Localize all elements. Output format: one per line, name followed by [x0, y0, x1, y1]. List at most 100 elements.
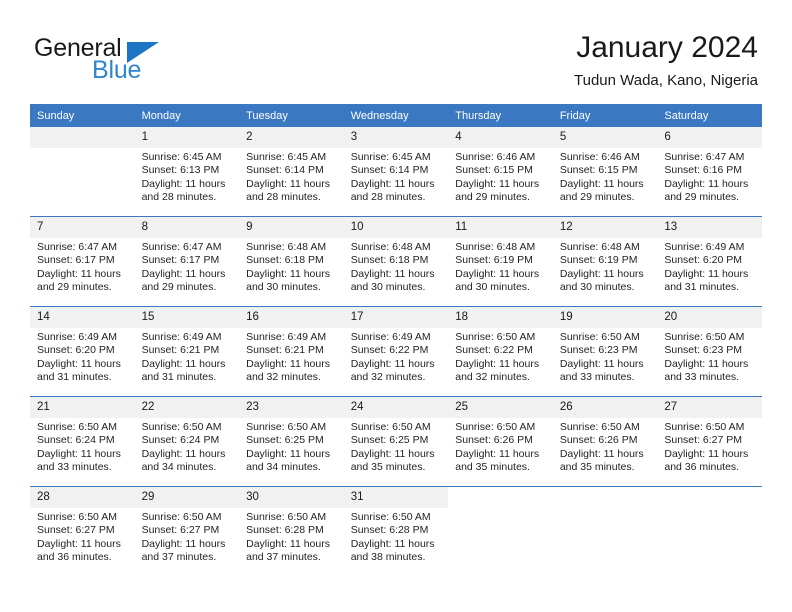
day-number: 25: [448, 397, 553, 418]
day-cell[interactable]: 17 Sunrise: 6:49 AM Sunset: 6:22 PM Dayligh…: [343, 307, 449, 396]
day-cell[interactable]: 31 Sunrise: 6:50 AM Sunset: 6:28 PM Dayligh…: [343, 487, 449, 576]
daylight-text: Daylight: 11 hours and 37 minutes.: [246, 537, 330, 564]
day-number: 20: [657, 307, 762, 328]
page-subtitle: Tudun Wada, Kano, Nigeria: [574, 72, 758, 89]
day-number: 30: [239, 487, 344, 508]
sunrise-text: Sunrise: 6:45 AM: [141, 151, 222, 163]
day-cell[interactable]: 26 Sunrise: 6:50 AM Sunset: 6:26 PM Dayligh…: [552, 397, 658, 486]
day-number: 29: [134, 487, 240, 508]
day-cell[interactable]: 4 Sunrise: 6:46 AM Sunset: 6:15 PM Daylight…: [448, 127, 553, 216]
sunrise-text: Sunrise: 6:50 AM: [37, 511, 117, 523]
day-cell[interactable]: 12 Sunrise: 6:48 AM Sunset: 6:19 PM Dayligh…: [552, 217, 658, 306]
day-details: Sunrise: 6:50 AM Sunset: 6:23 PM Daylight:…: [553, 328, 658, 385]
sunrise-text: Sunrise: 6:50 AM: [141, 511, 222, 523]
calendar-week-row: 14 Sunrise: 6:49 AM Sunset: 6:20 PM Dayligh…: [30, 306, 762, 397]
day-cell[interactable]: 20 Sunrise: 6:50 AM Sunset: 6:23 PM Dayligh…: [657, 307, 762, 396]
day-cell[interactable]: 25 Sunrise: 6:50 AM Sunset: 6:26 PM Dayligh…: [448, 397, 553, 486]
sunrise-text: Sunrise: 6:50 AM: [246, 421, 327, 433]
day-cell[interactable]: 16 Sunrise: 6:49 AM Sunset: 6:21 PM Dayligh…: [239, 307, 344, 396]
daylight-text: Daylight: 11 hours and 29 minutes.: [141, 267, 226, 294]
daylight-text: Daylight: 11 hours and 33 minutes.: [37, 447, 121, 474]
day-cell[interactable]: 18 Sunrise: 6:50 AM Sunset: 6:22 PM Dayligh…: [448, 307, 553, 396]
sunset-text: Sunset: 6:15 PM: [455, 164, 533, 177]
sunrise-text: Sunrise: 6:45 AM: [246, 151, 327, 163]
daylight-text: Daylight: 11 hours and 30 minutes.: [246, 267, 330, 294]
daylight-text: Daylight: 11 hours and 29 minutes.: [559, 177, 644, 204]
daylight-text: Daylight: 11 hours and 32 minutes.: [246, 357, 330, 384]
day-cell[interactable]: 19 Sunrise: 6:50 AM Sunset: 6:23 PM Dayligh…: [552, 307, 658, 396]
sunrise-text: Sunrise: 6:49 AM: [37, 331, 117, 343]
sunrise-text: Sunrise: 6:50 AM: [559, 331, 640, 343]
day-number: 7: [30, 217, 135, 238]
day-number: 5: [552, 127, 658, 148]
day-number: 18: [448, 307, 553, 328]
day-cell[interactable]: 10 Sunrise: 6:48 AM Sunset: 6:18 PM Dayligh…: [343, 217, 449, 306]
day-cell[interactable]: 1 Sunrise: 6:45 AM Sunset: 6:13 PM Daylight…: [134, 127, 240, 216]
daylight-text: Daylight: 11 hours and 29 minutes.: [664, 177, 749, 204]
day-details: Sunrise: 6:48 AM Sunset: 6:18 PM Daylight:…: [344, 238, 449, 295]
day-number: 4: [448, 127, 553, 148]
day-cell[interactable]: 21 Sunrise: 6:50 AM Sunset: 6:24 PM Dayligh…: [30, 397, 135, 486]
day-number: [448, 487, 553, 508]
daylight-text: Daylight: 11 hours and 32 minutes.: [455, 357, 540, 384]
daylight-text: Daylight: 11 hours and 28 minutes.: [350, 177, 435, 204]
sunset-text: Sunset: 6:27 PM: [141, 524, 220, 537]
calendar-week-row: 28 Sunrise: 6:50 AM Sunset: 6:27 PM Dayligh…: [30, 486, 762, 576]
sunrise-text: Sunrise: 6:50 AM: [246, 511, 327, 523]
sunrise-text: Sunrise: 6:46 AM: [455, 151, 536, 163]
daylight-text: Daylight: 11 hours and 28 minutes.: [246, 177, 330, 204]
day-cell[interactable]: 8 Sunrise: 6:47 AM Sunset: 6:17 PM Daylight…: [134, 217, 240, 306]
sunrise-text: Sunrise: 6:50 AM: [664, 421, 745, 433]
column-header-monday: Monday: [134, 104, 240, 127]
sunrise-text: Sunrise: 6:50 AM: [350, 511, 431, 523]
daylight-text: Daylight: 11 hours and 31 minutes.: [37, 357, 121, 384]
sunrise-text: Sunrise: 6:47 AM: [37, 241, 117, 253]
day-cell[interactable]: 2 Sunrise: 6:45 AM Sunset: 6:14 PM Daylight…: [239, 127, 344, 216]
day-details: Sunrise: 6:47 AM Sunset: 6:17 PM Daylight:…: [135, 238, 240, 295]
day-cell-empty: [657, 487, 762, 576]
day-cell[interactable]: 29 Sunrise: 6:50 AM Sunset: 6:27 PM Dayligh…: [134, 487, 240, 576]
general-blue-logo[interactable]: General Blue: [34, 34, 214, 92]
day-cell[interactable]: 5 Sunrise: 6:46 AM Sunset: 6:15 PM Daylight…: [552, 127, 658, 216]
sunset-text: Sunset: 6:23 PM: [664, 344, 743, 357]
day-number: 2: [239, 127, 344, 148]
day-number: 12: [552, 217, 658, 238]
day-number: 8: [134, 217, 240, 238]
day-cell[interactable]: 23 Sunrise: 6:50 AM Sunset: 6:25 PM Dayligh…: [239, 397, 344, 486]
day-details: Sunrise: 6:50 AM Sunset: 6:26 PM Daylight:…: [448, 418, 553, 475]
day-cell[interactable]: 7 Sunrise: 6:47 AM Sunset: 6:17 PM Daylight…: [30, 217, 135, 306]
sunrise-text: Sunrise: 6:46 AM: [559, 151, 640, 163]
day-number: 27: [657, 397, 762, 418]
day-cell[interactable]: 15 Sunrise: 6:49 AM Sunset: 6:21 PM Dayligh…: [134, 307, 240, 396]
day-cell[interactable]: 14 Sunrise: 6:49 AM Sunset: 6:20 PM Dayligh…: [30, 307, 135, 396]
day-details: Sunrise: 6:50 AM Sunset: 6:27 PM Daylight:…: [30, 508, 135, 565]
day-cell[interactable]: 27 Sunrise: 6:50 AM Sunset: 6:27 PM Dayligh…: [657, 397, 762, 486]
day-cell[interactable]: 30 Sunrise: 6:50 AM Sunset: 6:28 PM Dayligh…: [239, 487, 344, 576]
day-details: Sunrise: 6:50 AM Sunset: 6:25 PM Daylight:…: [239, 418, 344, 475]
page-header: General Blue January 2024 Tudun Wada, Ka…: [34, 30, 758, 100]
day-number: 1: [134, 127, 240, 148]
sunrise-text: Sunrise: 6:49 AM: [246, 331, 327, 343]
sunrise-text: Sunrise: 6:47 AM: [664, 151, 745, 163]
daylight-text: Daylight: 11 hours and 28 minutes.: [141, 177, 226, 204]
sunset-text: Sunset: 6:19 PM: [455, 254, 533, 267]
day-cell[interactable]: 13 Sunrise: 6:49 AM Sunset: 6:20 PM Dayligh…: [657, 217, 762, 306]
day-cell[interactable]: 9 Sunrise: 6:48 AM Sunset: 6:18 PM Daylight…: [239, 217, 344, 306]
sunset-text: Sunset: 6:14 PM: [246, 164, 324, 177]
sunrise-text: Sunrise: 6:50 AM: [664, 331, 745, 343]
column-header-friday: Friday: [552, 104, 658, 127]
day-cell-empty: [448, 487, 553, 576]
sunset-text: Sunset: 6:24 PM: [141, 434, 220, 447]
day-cell[interactable]: 6 Sunrise: 6:47 AM Sunset: 6:16 PM Daylight…: [657, 127, 762, 216]
day-cell[interactable]: 24 Sunrise: 6:50 AM Sunset: 6:25 PM Dayligh…: [343, 397, 449, 486]
calendar-week-row: 21 Sunrise: 6:50 AM Sunset: 6:24 PM Dayligh…: [30, 396, 762, 487]
day-details: Sunrise: 6:48 AM Sunset: 6:18 PM Daylight:…: [239, 238, 344, 295]
day-number: 17: [343, 307, 449, 328]
sunset-text: Sunset: 6:25 PM: [246, 434, 324, 447]
day-details: Sunrise: 6:50 AM Sunset: 6:23 PM Daylight:…: [657, 328, 762, 385]
day-cell[interactable]: 28 Sunrise: 6:50 AM Sunset: 6:27 PM Dayligh…: [30, 487, 135, 576]
day-cell[interactable]: 22 Sunrise: 6:50 AM Sunset: 6:24 PM Dayligh…: [134, 397, 240, 486]
sunset-text: Sunset: 6:20 PM: [37, 344, 115, 357]
day-cell[interactable]: 3 Sunrise: 6:45 AM Sunset: 6:14 PM Daylight…: [343, 127, 449, 216]
day-cell[interactable]: 11 Sunrise: 6:48 AM Sunset: 6:19 PM Dayligh…: [448, 217, 553, 306]
